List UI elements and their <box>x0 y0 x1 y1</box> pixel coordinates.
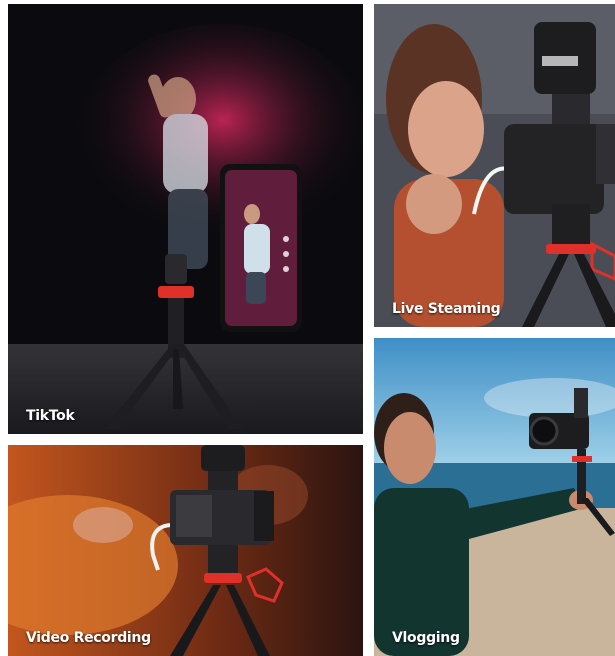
tiktok-tile: TikTok <box>8 4 363 434</box>
vlog-scene <box>374 338 615 656</box>
live-scene <box>374 4 615 327</box>
live-streaming-tile: Live Steaming <box>374 4 615 327</box>
tiktok-caption: TikTok <box>26 408 75 424</box>
video-caption: Video Recording <box>26 630 151 646</box>
tiktok-scene <box>8 4 363 434</box>
vlogging-tile: Vlogging <box>374 338 615 656</box>
video-scene <box>8 445 363 656</box>
phone-icon <box>220 164 302 332</box>
vlog-caption: Vlogging <box>392 630 460 646</box>
video-recording-tile: Video Recording <box>8 445 363 656</box>
live-caption: Live Steaming <box>392 301 501 317</box>
